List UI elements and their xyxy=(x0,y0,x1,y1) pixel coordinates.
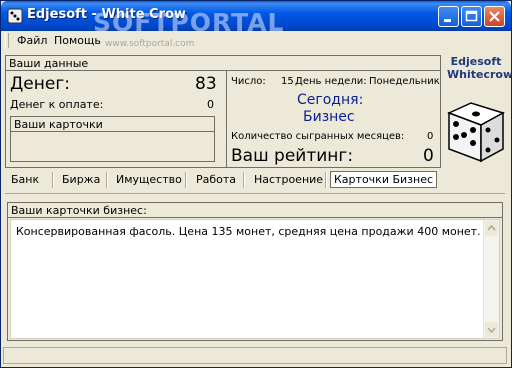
tab-business-cards[interactable]: Карточки Бизнес xyxy=(330,171,438,188)
maximize-button[interactable] xyxy=(461,6,482,27)
your-data-panel: Ваши данные Денег: 83 Денег к оплате: 0 … xyxy=(5,55,441,168)
business-cards-content: Консервированная фасоль. Цена 135 монет,… xyxy=(16,225,481,238)
title-bar[interactable]: Edjesoft - White Crow SOFTPORTAL xyxy=(1,1,511,37)
weekday-value: Понедельник xyxy=(369,76,440,87)
months-label: Количество сыгранных месяцев: xyxy=(231,131,405,142)
money-section: Денег: 83 Денег к оплате: 0 Ваши карточк… xyxy=(6,70,224,167)
cards-subpanel-header: Ваши карточки xyxy=(14,118,103,131)
menu-grip xyxy=(5,33,9,48)
app-icon xyxy=(7,8,23,24)
tab-work[interactable]: Работа xyxy=(196,173,236,186)
tab-bank[interactable]: Банк xyxy=(11,173,39,186)
scroll-up-button[interactable] xyxy=(485,221,498,236)
date-value: 15 xyxy=(281,76,294,87)
logo-line2: Whitecrow xyxy=(447,68,512,81)
tab-separator xyxy=(185,172,187,188)
menu-file[interactable]: Файл xyxy=(17,34,47,47)
today-label: Сегодня: xyxy=(297,92,364,108)
tab-bar: Банк Биржа Имущество Работа Настроение К… xyxy=(1,169,441,191)
close-icon xyxy=(489,11,500,22)
maximize-icon xyxy=(465,10,478,22)
logo-text: Edjesoft Whitecrow xyxy=(447,55,512,81)
watermark-url: www.softportal.com xyxy=(105,39,195,49)
arrow-down-icon xyxy=(487,327,496,334)
rating-value: 0 xyxy=(423,146,434,166)
tab-property[interactable]: Имущество xyxy=(116,173,182,186)
cards-subpanel: Ваши карточки xyxy=(10,116,215,162)
logo-line1: Edjesoft xyxy=(450,55,502,68)
status-bar xyxy=(3,347,507,364)
vertical-scrollbar[interactable] xyxy=(483,220,499,338)
dice-icon xyxy=(447,102,505,163)
minimize-button[interactable] xyxy=(438,6,459,27)
money-label: Денег: xyxy=(10,74,70,94)
tab-exchange[interactable]: Биржа xyxy=(62,173,100,186)
tab-separator xyxy=(243,172,245,188)
scroll-down-button[interactable] xyxy=(485,322,498,337)
tab-separator xyxy=(106,172,108,188)
to-pay-label: Денег к оплате: xyxy=(10,98,104,111)
tab-mood[interactable]: Настроение xyxy=(254,173,323,186)
main-window: Edjesoft - White Crow SOFTPORTAL Файл По… xyxy=(0,0,512,368)
menu-help[interactable]: Помощь xyxy=(54,34,101,47)
your-data-header: Ваши данные xyxy=(9,57,89,70)
today-value: Бизнес xyxy=(303,109,355,125)
arrow-up-icon xyxy=(487,224,496,231)
to-pay-value: 0 xyxy=(207,98,214,111)
tab-separator xyxy=(52,172,54,188)
weekday-label: День недели: xyxy=(295,76,367,87)
info-section: Число: 15 День недели: Понедельник Сегод… xyxy=(226,70,441,167)
tab-separator xyxy=(325,172,327,188)
minimize-icon xyxy=(444,19,451,22)
business-cards-header: Ваши карточки бизнес: xyxy=(11,204,147,217)
menu-bar: Файл Помощь www.softportal.com xyxy=(1,31,511,50)
business-cards-panel: Ваши карточки бизнес: Консервированная ф… xyxy=(7,202,503,341)
business-cards-textarea[interactable]: Консервированная фасоль. Цена 135 монет,… xyxy=(10,219,500,339)
months-value: 0 xyxy=(427,131,434,142)
money-value: 83 xyxy=(195,74,217,94)
rating-label: Ваш рейтинг: xyxy=(231,146,354,166)
close-button[interactable] xyxy=(484,6,505,27)
date-label: Число: xyxy=(231,76,266,87)
tab-divider xyxy=(5,193,505,194)
